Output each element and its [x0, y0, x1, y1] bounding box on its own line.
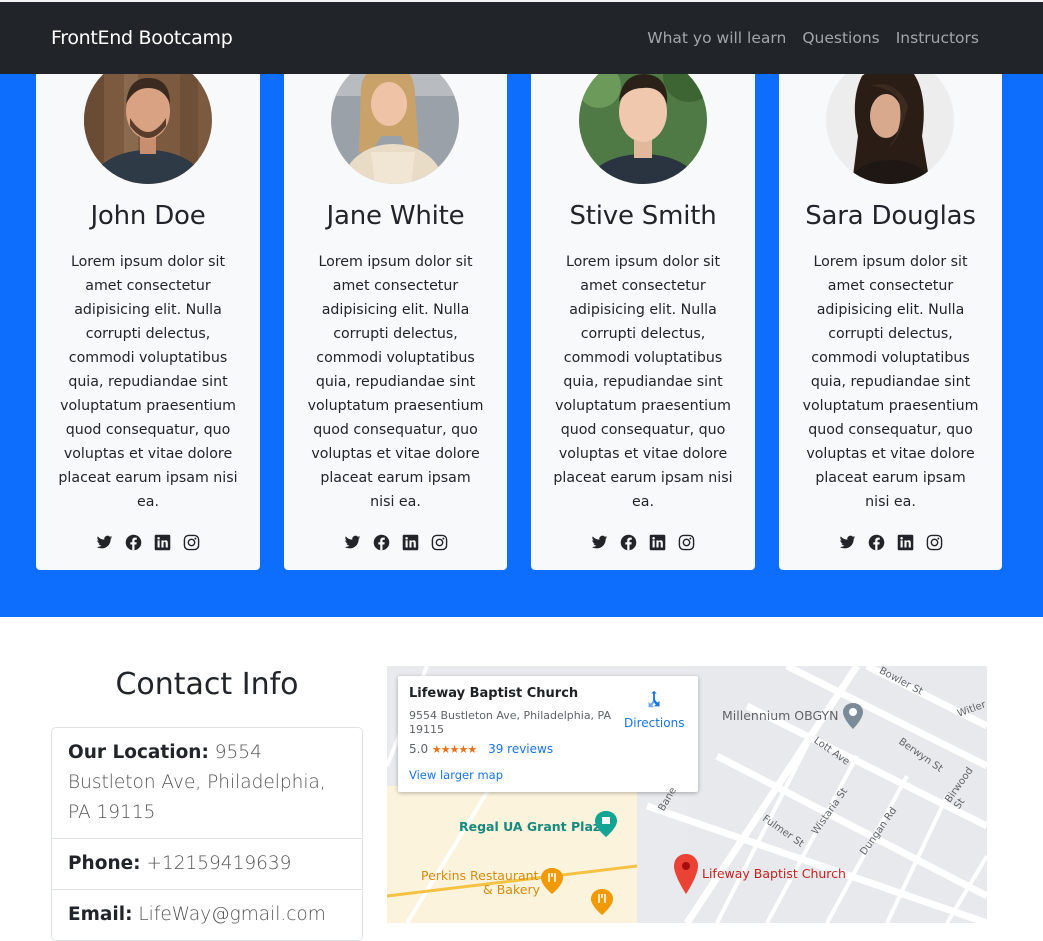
instructor-avatar	[579, 56, 707, 184]
embedded-map[interactable]: Lifeway Baptist Church 9554 Bustleton Av…	[387, 666, 987, 923]
poi-perkins-label-1: Perkins Restaurant	[421, 868, 539, 883]
navbar-brand[interactable]: FrontEnd Bootcamp	[51, 27, 233, 49]
social-links	[531, 534, 755, 551]
instagram-icon[interactable]	[431, 534, 448, 551]
instructor-name: John Doe	[90, 201, 206, 231]
poi-marker-icon	[843, 703, 863, 729]
instructor-bio: Lorem ipsum dolor sit amet consectetur a…	[553, 254, 733, 510]
contact-location: Our Location: 9554 Bustleton Ave, Philad…	[52, 728, 362, 839]
instructor-name: Jane White	[326, 201, 465, 231]
location-pin-icon[interactable]	[674, 854, 698, 894]
instructor-avatar	[84, 56, 212, 184]
directions-button[interactable]: Directions	[624, 688, 684, 730]
view-larger-map-link[interactable]: View larger map	[409, 768, 503, 782]
cinema-marker-icon	[595, 811, 617, 837]
contact-phone: Phone: +12159419639	[52, 839, 362, 890]
map-rating-value: 5.0	[409, 742, 429, 756]
poi-perkins-label-2: & Bakery	[483, 882, 540, 897]
instagram-icon[interactable]	[926, 534, 943, 551]
linkedin-icon[interactable]	[154, 534, 171, 551]
instructor-card: Jane White Lorem ipsum dolor sit amet co…	[284, 56, 507, 570]
location-label: Our Location:	[68, 742, 209, 763]
contact-title: Contact Info	[115, 667, 299, 702]
nav-links: What yo will learn Questions Instructors	[647, 29, 979, 47]
map-rating: 5.0 ★★★★★ 39 reviews	[409, 742, 553, 756]
email-label: Email:	[68, 904, 133, 925]
instructor-bio: Lorem ipsum dolor sit amet consectetur a…	[802, 254, 979, 510]
contact-email: Email: LifeWay@gmail.com	[52, 890, 362, 940]
nav-link-instructors[interactable]: Instructors	[896, 29, 979, 47]
map-place-card: Lifeway Baptist Church 9554 Bustleton Av…	[398, 676, 698, 792]
instructor-name: Sara Douglas	[805, 201, 976, 231]
instructor-avatar	[331, 56, 459, 184]
instructor-bio: Lorem ipsum dolor sit amet consectetur a…	[58, 254, 238, 510]
linkedin-icon[interactable]	[897, 534, 914, 551]
twitter-icon[interactable]	[344, 534, 361, 551]
map-place-name: Lifeway Baptist Church	[409, 686, 579, 701]
instructor-card: Sara Douglas Lorem ipsum dolor sit amet …	[779, 56, 1002, 570]
facebook-icon[interactable]	[125, 534, 142, 551]
twitter-icon[interactable]	[591, 534, 608, 551]
instagram-icon[interactable]	[183, 534, 200, 551]
poi-millennium-label: Millennium OBGYN	[722, 708, 839, 723]
nav-link-what-you-will-learn[interactable]: What yo will learn	[647, 29, 786, 47]
navbar: FrontEnd Bootcamp What yo will learn Que…	[0, 2, 1043, 74]
poi-lifeway-label: Lifeway Baptist Church	[702, 866, 846, 881]
directions-label: Directions	[624, 716, 685, 730]
directions-icon	[648, 690, 660, 708]
poi-regal-label: Regal UA Grant Plaza	[459, 819, 609, 834]
map-reviews-link[interactable]: 39 reviews	[488, 742, 553, 756]
facebook-icon[interactable]	[373, 534, 390, 551]
nav-link-questions[interactable]: Questions	[802, 29, 879, 47]
phone-value: +12159419639	[146, 853, 292, 874]
social-links	[36, 534, 260, 551]
map-place-address: 9554 Bustleton Ave, Philadelphia, PA 191…	[409, 709, 612, 736]
twitter-icon[interactable]	[96, 534, 113, 551]
instagram-icon[interactable]	[678, 534, 695, 551]
linkedin-icon[interactable]	[649, 534, 666, 551]
twitter-icon[interactable]	[839, 534, 856, 551]
linkedin-icon[interactable]	[402, 534, 419, 551]
contact-list: Our Location: 9554 Bustleton Ave, Philad…	[51, 727, 363, 941]
instructor-card: John Doe Lorem ipsum dolor sit amet cons…	[36, 56, 260, 570]
facebook-icon[interactable]	[620, 534, 637, 551]
restaurant-marker-icon	[591, 889, 613, 915]
star-rating-icon: ★★★★★	[431, 743, 477, 756]
email-value: LifeWay@gmail.com	[138, 904, 326, 925]
instructor-card: Stive Smith Lorem ipsum dolor sit amet c…	[531, 56, 755, 570]
phone-label: Phone:	[68, 853, 141, 874]
social-links	[284, 534, 507, 551]
instructor-avatar	[826, 56, 954, 184]
social-links	[779, 534, 1002, 551]
facebook-icon[interactable]	[868, 534, 885, 551]
restaurant-marker-icon	[541, 868, 563, 894]
instructor-name: Stive Smith	[569, 201, 717, 231]
instructor-bio: Lorem ipsum dolor sit amet consectetur a…	[307, 254, 484, 510]
